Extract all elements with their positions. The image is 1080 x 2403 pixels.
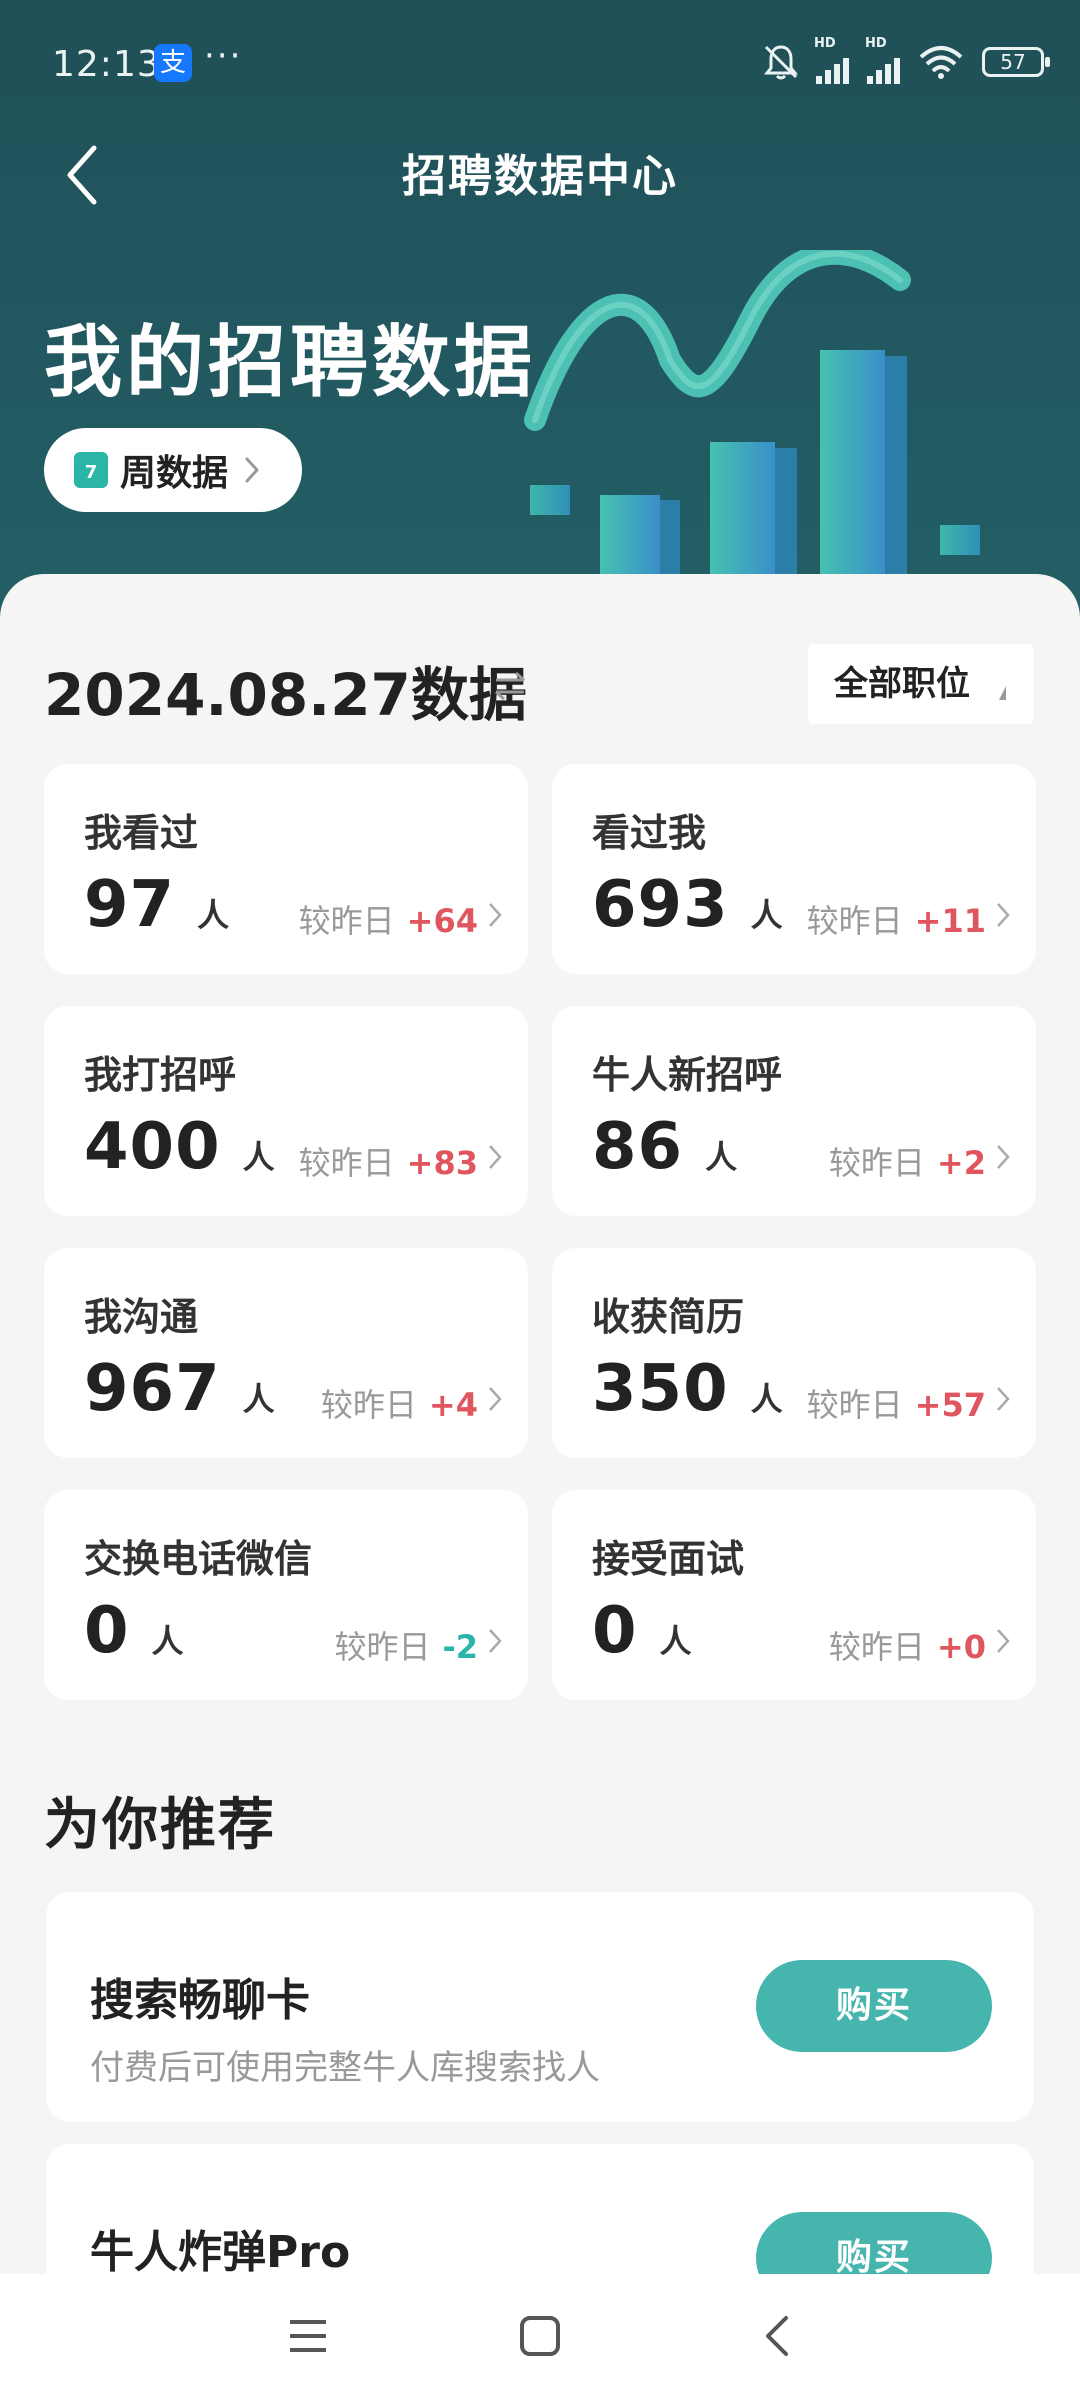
- chevron-right-icon: [997, 1145, 1010, 1169]
- position-filter-dropdown[interactable]: 全部职位: [808, 644, 1034, 724]
- stat-unit: 人: [705, 1138, 739, 1176]
- menu-icon[interactable]: [286, 2314, 330, 2358]
- hd-label-2: HD: [865, 36, 887, 51]
- stat-card[interactable]: 我打招呼 400 人 较昨日 +83: [44, 1006, 528, 1216]
- stat-value: 400: [84, 1110, 221, 1184]
- compare-label: 较昨日: [298, 1144, 395, 1182]
- stat-title: 我打招呼: [84, 1053, 237, 1097]
- stat-unit: 人: [242, 1138, 276, 1176]
- chevron-right-icon: [489, 903, 502, 927]
- chevron-right-icon: [245, 457, 259, 483]
- stat-card[interactable]: 我沟通 967 人 较昨日 +4: [44, 1248, 528, 1458]
- compare-label: 较昨日: [806, 1386, 903, 1424]
- chevron-right-icon: [997, 1629, 1010, 1653]
- status-time: 12:13: [52, 44, 161, 85]
- stat-delta: -2: [442, 1628, 478, 1666]
- stat-card[interactable]: 收获简历 350 人 较昨日 +57: [552, 1248, 1036, 1458]
- stat-title: 收获简历: [592, 1295, 745, 1339]
- stat-title: 我看过: [84, 811, 199, 855]
- stat-title: 交换电话微信: [84, 1537, 313, 1581]
- calendar-icon: 7: [74, 452, 108, 488]
- compare-label: 较昨日: [298, 902, 395, 940]
- signal-icon: HD: [814, 36, 849, 84]
- stat-value: 0: [592, 1594, 638, 1668]
- stat-unit: 人: [659, 1622, 693, 1660]
- recommend-desc: 付费后可使用完整牛人库搜索找人: [90, 2048, 600, 2088]
- stat-title: 接受面试: [592, 1537, 745, 1581]
- page-title: 招聘数据中心: [402, 151, 678, 202]
- calendar-day: 7: [84, 462, 98, 483]
- week-data-button[interactable]: 7 周数据: [44, 428, 302, 512]
- stat-delta: +0: [936, 1628, 986, 1666]
- position-filter-label: 全部职位: [834, 664, 970, 704]
- back-icon[interactable]: [756, 2314, 800, 2358]
- chevron-right-icon: [489, 1629, 502, 1653]
- system-nav-bar: [0, 2274, 1080, 2403]
- stat-title: 牛人新招呼: [592, 1053, 783, 1097]
- stat-delta: +4: [428, 1386, 478, 1424]
- stat-unit: 人: [242, 1380, 276, 1418]
- battery-icon: 57: [982, 47, 1050, 77]
- stat-card[interactable]: 我看过 97 人 较昨日 +64: [44, 764, 528, 974]
- stat-delta: +64: [406, 902, 478, 940]
- stat-delta: +57: [914, 1386, 986, 1424]
- dropdown-triangle-icon: [999, 686, 1006, 700]
- stat-card[interactable]: 看过我 693 人 较昨日 +11: [552, 764, 1036, 974]
- recommend-title: 牛人炸弹Pro: [90, 2227, 351, 2278]
- stat-value: 350: [592, 1352, 729, 1426]
- switch-date-icon[interactable]: [490, 666, 530, 706]
- wifi-icon: [919, 46, 963, 79]
- compare-label: 较昨日: [334, 1628, 431, 1666]
- recommend-title: 搜索畅聊卡: [90, 1975, 310, 2026]
- stat-value: 967: [84, 1352, 221, 1426]
- stat-unit: 人: [750, 1380, 784, 1418]
- compare-label: 较昨日: [806, 902, 903, 940]
- compare-label: 较昨日: [828, 1144, 925, 1182]
- chevron-right-icon: [997, 903, 1010, 927]
- stat-unit: 人: [750, 896, 784, 934]
- stat-card[interactable]: 交换电话微信 0人 较昨日 -2: [44, 1490, 528, 1700]
- more-notifications-icon: ···: [204, 36, 243, 76]
- stat-value: 86: [592, 1110, 684, 1184]
- alipay-notification-icon: 支: [154, 44, 192, 82]
- buy-button[interactable]: 购买: [756, 1960, 992, 2052]
- stat-delta: +11: [914, 902, 986, 940]
- stat-value: 0: [84, 1594, 130, 1668]
- date-title: 2024.08.27数据: [44, 661, 527, 729]
- recommend-card[interactable]: 搜索畅聊卡 付费后可使用完整牛人库搜索找人 购买: [46, 1892, 1034, 2122]
- status-bar: 12:13 支 ··· HD HD 57: [0, 0, 1080, 130]
- chevron-right-icon: [489, 1387, 502, 1411]
- stat-delta: +83: [406, 1144, 478, 1182]
- stat-value: 97: [84, 868, 176, 942]
- hd-label: HD: [814, 36, 836, 51]
- stat-value: 693: [592, 868, 729, 942]
- compare-label: 较昨日: [320, 1386, 417, 1424]
- mute-bell-icon: [764, 45, 798, 80]
- stat-card[interactable]: 接受面试 0人 较昨日 +0: [552, 1490, 1036, 1700]
- stat-delta: +2: [936, 1144, 986, 1182]
- hero-title: 我的招聘数据: [44, 318, 537, 408]
- stat-title: 我沟通: [84, 1295, 199, 1339]
- stat-title: 看过我: [592, 811, 707, 855]
- chevron-right-icon: [997, 1387, 1010, 1411]
- week-data-label: 周数据: [120, 453, 229, 494]
- hero-header: 12:13 支 ··· HD HD 57 招聘数据中心 我的招聘数据 7 周数据: [0, 0, 1080, 640]
- stat-unit: 人: [151, 1622, 185, 1660]
- signal-icon-2: HD: [865, 36, 900, 84]
- stat-unit: 人: [197, 896, 231, 934]
- chevron-right-icon: [489, 1145, 502, 1169]
- compare-label: 较昨日: [828, 1628, 925, 1666]
- section-title: 为你推荐: [44, 1793, 276, 1858]
- stat-card[interactable]: 牛人新招呼 86 人 较昨日 +2: [552, 1006, 1036, 1216]
- home-icon[interactable]: [518, 2314, 562, 2358]
